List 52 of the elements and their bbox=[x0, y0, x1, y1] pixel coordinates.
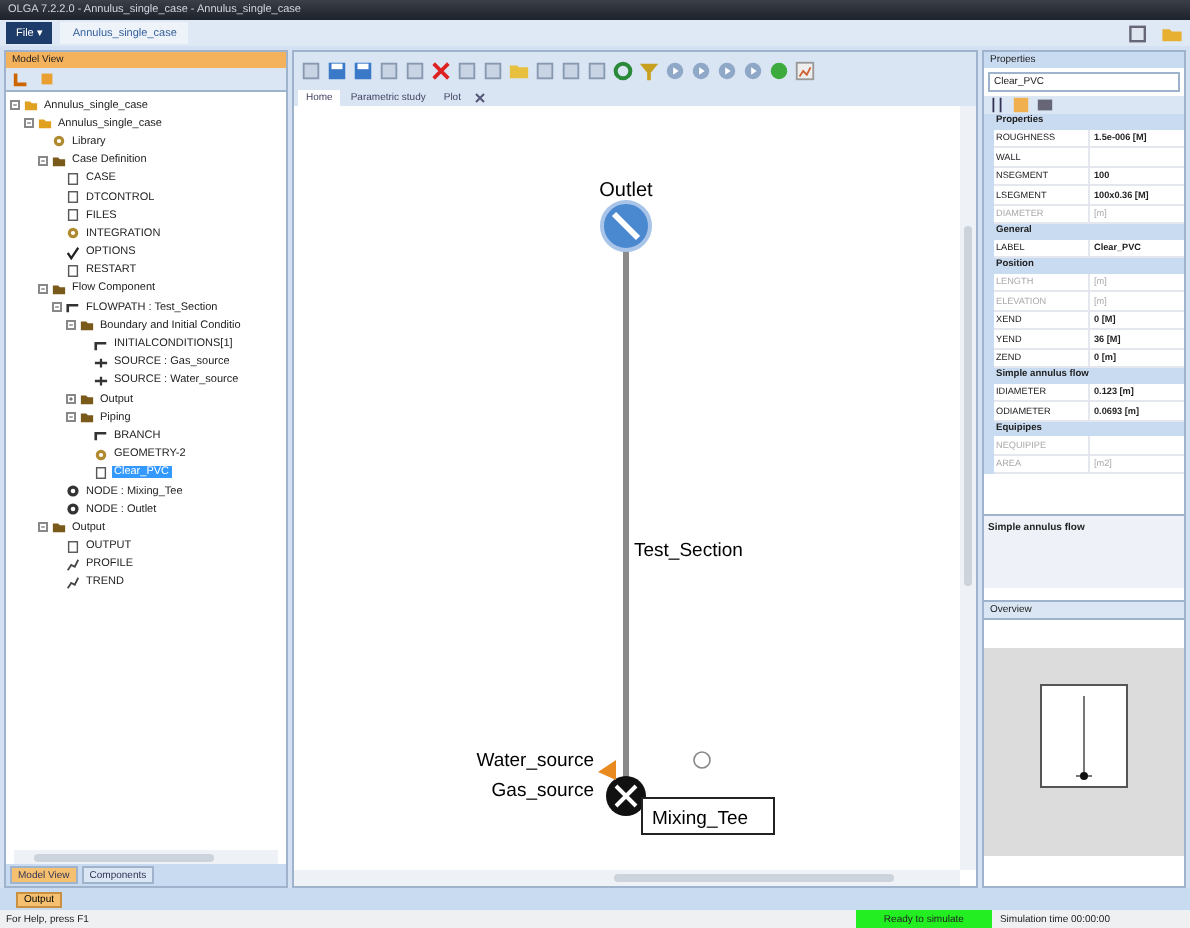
collapse-toggle[interactable] bbox=[38, 283, 48, 294]
horizontal-scrollbar[interactable] bbox=[14, 850, 278, 864]
pipe-icon bbox=[66, 300, 80, 315]
collapse-toggle[interactable] bbox=[66, 412, 76, 423]
gear-icon bbox=[52, 134, 66, 149]
horizontal-scrollbar[interactable] bbox=[294, 870, 960, 886]
close-icon[interactable] bbox=[474, 92, 487, 104]
folder-icon bbox=[80, 318, 94, 333]
collapse-toggle[interactable] bbox=[24, 118, 34, 129]
node-icon bbox=[66, 484, 80, 499]
pipe-icon bbox=[94, 428, 108, 443]
source-label: Gas_source bbox=[491, 780, 594, 802]
go-icon[interactable] bbox=[768, 59, 790, 81]
gear-icon bbox=[94, 447, 108, 462]
node-icon bbox=[66, 502, 80, 517]
collapse-toggle[interactable] bbox=[52, 302, 62, 313]
ring-icon[interactable] bbox=[612, 59, 634, 81]
chart-icon[interactable] bbox=[794, 59, 816, 81]
folder-icon bbox=[52, 281, 66, 296]
play-icon[interactable] bbox=[690, 59, 712, 81]
filter-icon[interactable] bbox=[638, 59, 660, 81]
collapse-toggle[interactable] bbox=[38, 155, 48, 166]
mixer-node-icon[interactable] bbox=[606, 776, 646, 816]
source-icon bbox=[94, 355, 108, 370]
source-arrow-icon[interactable] bbox=[598, 760, 616, 780]
source-icon bbox=[94, 373, 108, 388]
collapse-toggle[interactable] bbox=[38, 522, 48, 533]
expand-toggle[interactable] bbox=[66, 394, 76, 405]
collapse-toggle[interactable] bbox=[66, 320, 76, 331]
save-icon[interactable] bbox=[352, 59, 374, 81]
folder-icon bbox=[52, 153, 66, 168]
vertical-scrollbar[interactable] bbox=[960, 106, 976, 870]
source-label: Water_source bbox=[476, 750, 594, 772]
doc-icon bbox=[94, 465, 108, 480]
gear-icon bbox=[66, 226, 80, 241]
port-icon bbox=[693, 751, 711, 769]
collapse-toggle[interactable] bbox=[10, 100, 20, 111]
check-icon bbox=[66, 245, 80, 260]
save-icon[interactable] bbox=[326, 59, 348, 81]
overview-thumbnail[interactable] bbox=[1040, 684, 1128, 788]
window-icon[interactable] bbox=[1128, 23, 1152, 43]
doc-icon bbox=[66, 263, 80, 278]
outlet-node-icon[interactable] bbox=[600, 200, 652, 252]
doc-icon bbox=[66, 539, 80, 554]
pipe-label: Test_Section bbox=[634, 540, 743, 562]
play-icon[interactable] bbox=[716, 59, 738, 81]
play-icon[interactable] bbox=[664, 59, 686, 81]
node-label: Outlet bbox=[599, 180, 653, 202]
pipe-icon bbox=[94, 337, 108, 352]
delete-icon[interactable] bbox=[430, 59, 452, 81]
node-label: Mixing_Tee bbox=[641, 797, 775, 835]
folder-icon bbox=[52, 520, 66, 535]
